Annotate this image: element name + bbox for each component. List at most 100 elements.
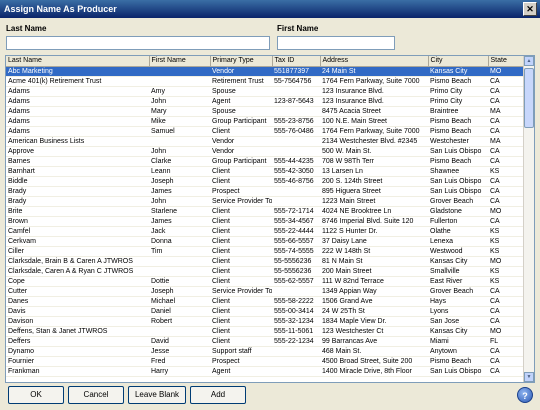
scroll-up-button[interactable]: ▲ bbox=[524, 56, 534, 66]
column-header[interactable]: Primary Type bbox=[210, 56, 273, 67]
producer-grid[interactable]: Last Name First Name Primary Type Tax ID Add… bbox=[5, 55, 535, 383]
table-cell: Camfel bbox=[6, 226, 149, 237]
table-cell: 13 Larsen Ln bbox=[320, 166, 428, 177]
close-button[interactable]: ✕ bbox=[523, 2, 537, 16]
table-row[interactable]: Fournier Fred Prospect 4500 Broad Street, S… bbox=[6, 356, 524, 367]
first-name-input[interactable] bbox=[277, 36, 395, 50]
table-row[interactable]: Cerkvam Donna Client 555-66-5557 37 Daisy La… bbox=[6, 236, 524, 247]
leave-blank-button[interactable]: Leave Blank bbox=[128, 386, 186, 404]
table-row[interactable]: Adams Mary Spouse 8475 Acacia Street Braintr… bbox=[6, 106, 524, 117]
column-header[interactable]: State bbox=[488, 56, 525, 67]
table-row[interactable]: Frankman Harry Agent 1400 Miracle Drive, 8t… bbox=[6, 366, 524, 377]
table-row[interactable]: Davis Daniel Client 555-00-3414 24 W 25Th St… bbox=[6, 306, 524, 317]
column-header[interactable]: Address bbox=[320, 56, 429, 67]
table-cell: CA bbox=[488, 286, 524, 297]
table-row[interactable]: Danes Michael Client 555-58-2222 1506 Grand … bbox=[6, 296, 524, 307]
table-row[interactable]: Adams John Agent 123-87-5643 123 Insurance B… bbox=[6, 96, 524, 107]
table-row[interactable]: Cutter Joseph Service Provider To 1349 Appi… bbox=[6, 286, 524, 297]
table-cell: John bbox=[149, 196, 210, 207]
table-cell: CA bbox=[488, 146, 524, 157]
table-cell: 2134 Westchester Blvd. #2345 bbox=[320, 136, 428, 147]
table-cell: Service Provider To bbox=[210, 196, 272, 207]
table-row[interactable]: Deffens, Stan & Janet JTWROS Client 555-11… bbox=[6, 326, 524, 337]
column-header[interactable]: City bbox=[428, 56, 489, 67]
help-icon: ? bbox=[522, 391, 528, 401]
table-cell bbox=[149, 256, 210, 267]
table-row[interactable]: Cope Dottie Client 555-62-5557 111 W 82nd Te… bbox=[6, 276, 524, 287]
table-row[interactable]: Adams Samuel Client 555-76-0486 1764 Fern Pa… bbox=[6, 126, 524, 137]
table-cell: San Luis Obispo bbox=[428, 176, 488, 187]
table-cell: 1834 Maple View Dr. bbox=[320, 316, 428, 327]
table-row[interactable]: Adams Mike Group Participant 555-23-8756 100… bbox=[6, 116, 524, 127]
table-row[interactable]: Camfel Jack Client 555-22-4444 1122 S Hunter… bbox=[6, 226, 524, 237]
scroll-up-icon: ▲ bbox=[526, 58, 532, 64]
table-cell: Adams bbox=[6, 86, 149, 97]
scroll-thumb[interactable] bbox=[524, 68, 534, 128]
scroll-down-button[interactable]: ▼ bbox=[524, 372, 534, 382]
table-cell: Client bbox=[210, 256, 272, 267]
table-cell: Olathe bbox=[428, 226, 488, 237]
table-cell bbox=[272, 286, 320, 297]
table-cell: Support staff bbox=[210, 346, 272, 357]
table-cell: Fullerton bbox=[428, 216, 488, 227]
table-cell: Biddle bbox=[6, 176, 149, 187]
cancel-button[interactable]: Cancel bbox=[68, 386, 124, 404]
table-cell: Braintree bbox=[428, 106, 488, 117]
table-row[interactable]: Brown James Client 555-34-4567 8746 Imperial… bbox=[6, 216, 524, 227]
table-cell: Cerkvam bbox=[6, 236, 149, 247]
add-button[interactable]: Add bbox=[190, 386, 246, 404]
table-cell: Group Participant bbox=[210, 116, 272, 127]
column-header[interactable]: Last Name bbox=[6, 56, 150, 67]
table-cell: Westwood bbox=[428, 246, 488, 257]
table-cell: Hays bbox=[428, 296, 488, 307]
table-cell: KS bbox=[488, 246, 524, 257]
table-cell: 555-72-1714 bbox=[272, 206, 320, 217]
table-row[interactable]: Dynamo Jesse Support staff 468 Main St. Anyt… bbox=[6, 346, 524, 357]
table-row[interactable]: Barnhart Leann Client 555-42-3050 13 Larsen … bbox=[6, 166, 524, 177]
table-cell: 81 N Main St bbox=[320, 256, 428, 267]
table-row[interactable]: Davison Robert Client 555-32-1234 1834 Maple… bbox=[6, 316, 524, 327]
table-cell: Service Provider To bbox=[210, 286, 272, 297]
column-header[interactable]: First Name bbox=[149, 56, 211, 67]
table-cell: Client bbox=[210, 176, 272, 187]
table-cell: Clarksdale, Caren A & Ryan C JTWROS bbox=[6, 266, 149, 277]
table-cell: Clarksdale, Brain B & Caren A JTWROS bbox=[6, 256, 149, 267]
table-cell: KS bbox=[488, 236, 524, 247]
table-row[interactable]: Brady James Prospect 895 Higuera Street San … bbox=[6, 186, 524, 197]
table-row[interactable]: Brady John Service Provider To 1223 Main St… bbox=[6, 196, 524, 207]
table-cell: Donna bbox=[149, 236, 210, 247]
table-row[interactable]: American Business Lists Vendor 2134 Westch… bbox=[6, 136, 524, 147]
table-row[interactable]: Brite Starlene Client 555-72-1714 4024 NE Br… bbox=[6, 206, 524, 217]
table-cell: Client bbox=[210, 226, 272, 237]
help-button[interactable]: ? bbox=[517, 387, 533, 403]
table-row[interactable]: Clarksdale, Caren A & Ryan C JTWROS Clien… bbox=[6, 266, 524, 277]
table-row[interactable]: Acme 401(k) Retirement Trust Retirement T… bbox=[6, 76, 524, 87]
table-cell: Fournier bbox=[6, 356, 149, 367]
table-cell: CA bbox=[488, 366, 524, 377]
last-name-input[interactable] bbox=[6, 36, 270, 50]
table-row[interactable]: Biddle Joseph Client 555-46-8756 200 S. 124t… bbox=[6, 176, 524, 187]
table-cell: Mary bbox=[149, 106, 210, 117]
column-header[interactable]: Tax ID bbox=[272, 56, 321, 67]
table-row[interactable]: Deffers David Client 555-22-1234 99 Barranca… bbox=[6, 336, 524, 347]
table-cell: 1506 Grand Ave bbox=[320, 296, 428, 307]
table-row[interactable]: Ciller Tim Client 555-74-5555 222 W 148th St… bbox=[6, 246, 524, 257]
table-cell: John bbox=[149, 146, 210, 157]
table-row[interactable]: Barnes Clarke Group Participant 555-44-4235… bbox=[6, 156, 524, 167]
table-cell bbox=[272, 186, 320, 197]
ok-button[interactable]: OK bbox=[8, 386, 64, 404]
table-cell: East River bbox=[428, 276, 488, 287]
table-cell: Client bbox=[210, 246, 272, 257]
table-header-row: Last Name First Name Primary Type Tax ID Add… bbox=[6, 56, 525, 67]
table-cell: Brady bbox=[6, 196, 149, 207]
table-row[interactable]: Approve John Vendor 500 W. Main St. San Luis… bbox=[6, 146, 524, 157]
vertical-scrollbar[interactable]: ▲ ▼ bbox=[523, 56, 534, 382]
table-cell: Acme 401(k) Retirement Trust bbox=[6, 76, 149, 87]
last-name-label: Last Name bbox=[6, 24, 47, 33]
table-cell: Adams bbox=[6, 106, 149, 117]
table-cell: Fred bbox=[149, 356, 210, 367]
table-row[interactable]: Clarksdale, Brain B & Caren A JTWROS Clie… bbox=[6, 256, 524, 267]
table-row[interactable]: Adams Amy Spouse 123 Insurance Blvd. Primo C… bbox=[6, 86, 524, 97]
table-row[interactable]: Abc Marketing Vendor 551877397 24 Main St Ka… bbox=[6, 66, 524, 77]
table-cell: MA bbox=[488, 106, 524, 117]
